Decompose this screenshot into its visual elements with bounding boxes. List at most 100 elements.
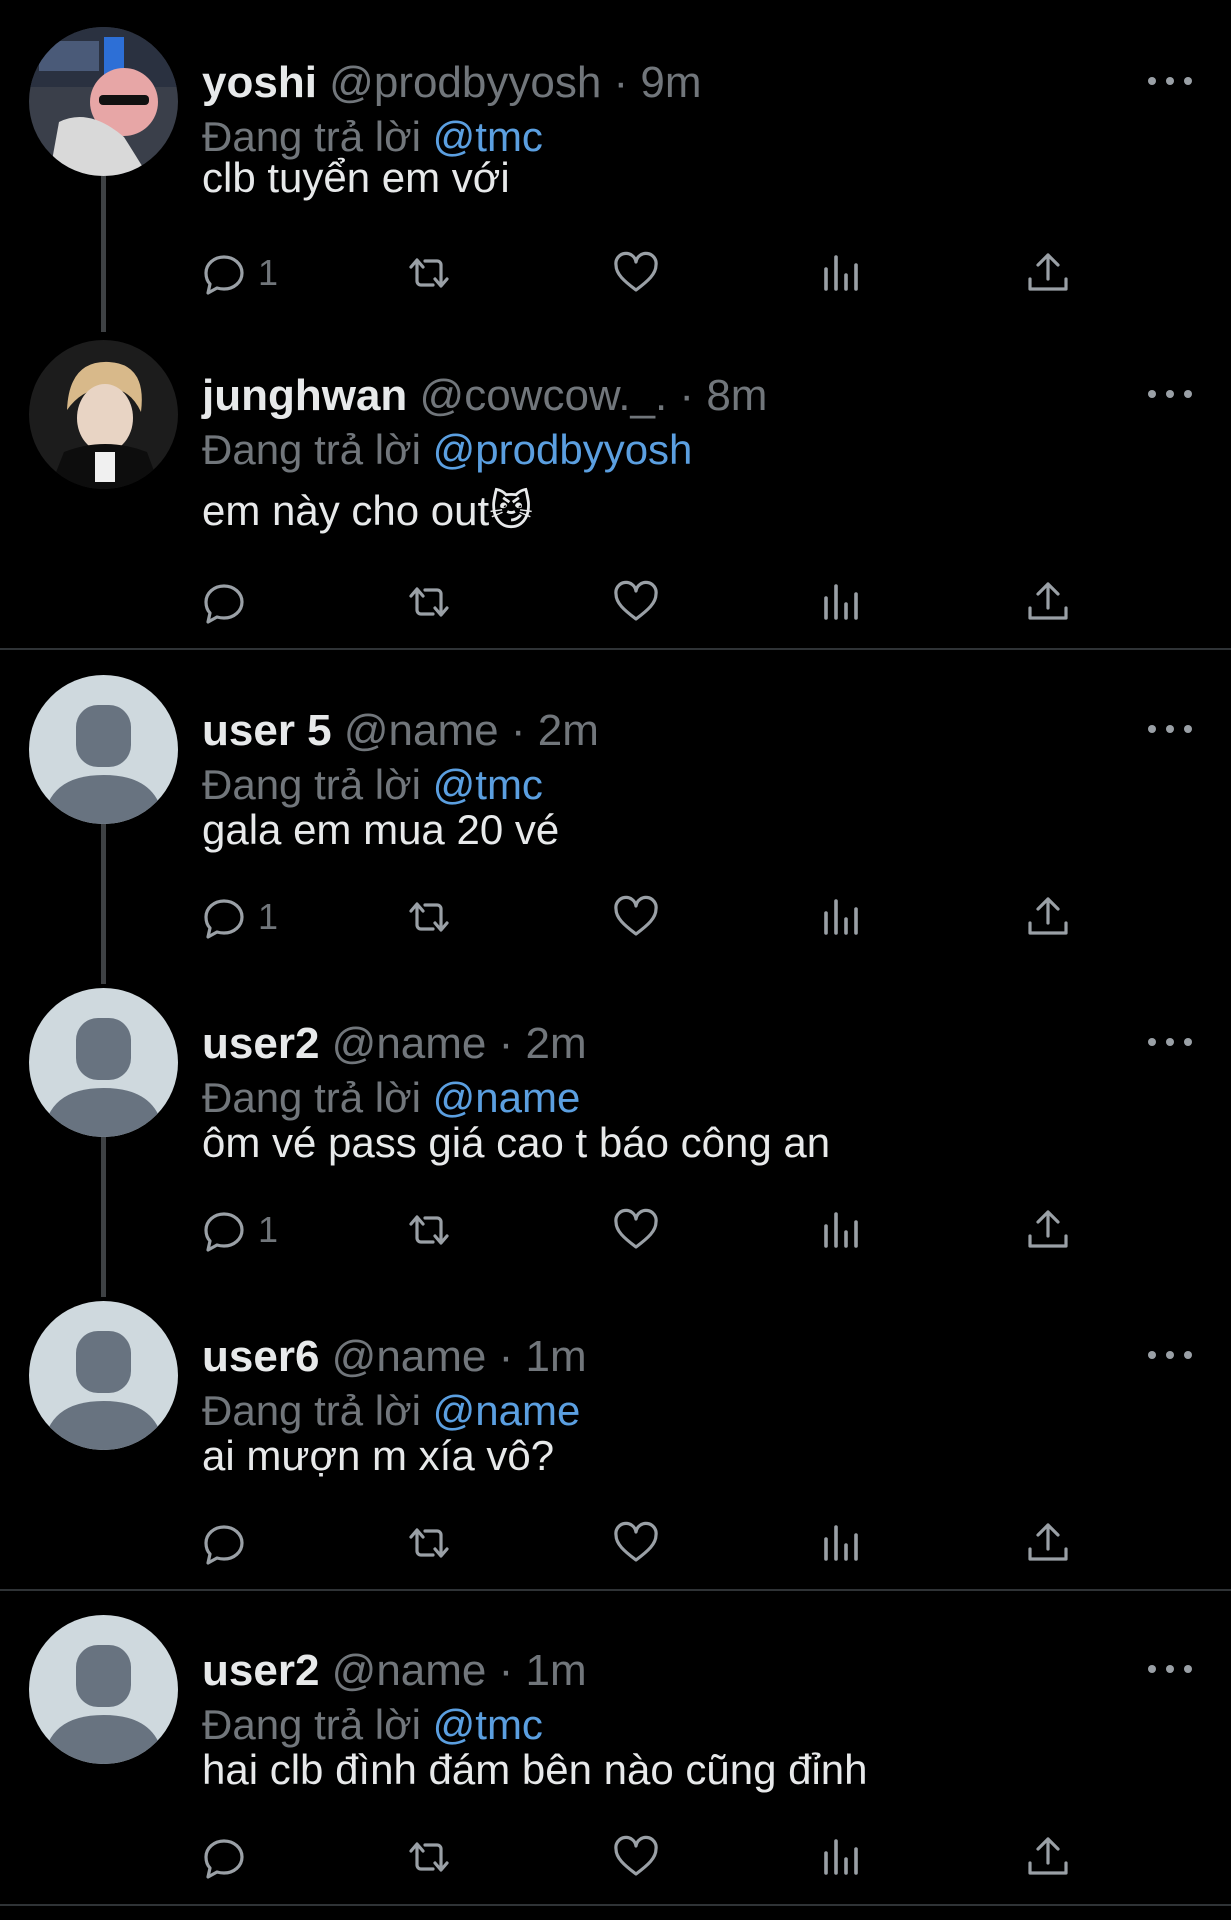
like-icon <box>614 1521 658 1562</box>
reply-icon <box>204 584 244 624</box>
avatar[interactable] <box>29 340 178 489</box>
reply-button[interactable] <box>200 574 258 630</box>
reply-icon <box>204 1839 244 1879</box>
tweet-text: hai clb đình đám bên nào cũng đỉnh <box>202 1746 868 1793</box>
reply-button[interactable]: 1 <box>200 889 278 945</box>
share-button[interactable] <box>1024 889 1072 945</box>
more-icon[interactable] <box>1148 384 1192 404</box>
timestamp[interactable]: 1m <box>526 1646 587 1695</box>
reply-count: 1 <box>258 252 279 293</box>
timestamp[interactable]: 8m <box>706 371 767 420</box>
handle[interactable]: @name <box>332 1646 487 1695</box>
handle[interactable]: @name <box>332 1332 487 1381</box>
views-icon <box>824 1525 858 1561</box>
tweet-header: user 5 @name · 2m <box>202 705 599 757</box>
reply-prefix: Đang trả lời <box>202 1074 421 1121</box>
like-button[interactable] <box>612 1202 660 1258</box>
user-photo-icon <box>29 340 178 489</box>
views-button[interactable] <box>818 1202 866 1258</box>
retweet-button[interactable] <box>405 1202 453 1258</box>
avatar[interactable] <box>29 27 178 176</box>
mention-link[interactable]: @tmc <box>433 761 543 808</box>
share-icon <box>1028 253 1068 291</box>
reply-button[interactable] <box>200 1829 258 1885</box>
retweet-icon <box>409 902 449 932</box>
mention-link[interactable]: @name <box>433 1074 581 1121</box>
display-name[interactable]: user2 <box>202 1019 319 1068</box>
views-button[interactable] <box>818 1829 866 1885</box>
share-icon <box>1028 582 1068 620</box>
timestamp[interactable]: 2m <box>538 706 599 755</box>
views-icon <box>824 584 858 620</box>
display-name[interactable]: yoshi <box>202 58 317 107</box>
more-icon[interactable] <box>1148 1659 1192 1679</box>
views-button[interactable] <box>818 889 866 945</box>
retweet-button[interactable] <box>405 245 453 301</box>
like-button[interactable] <box>612 1515 660 1571</box>
more-icon[interactable] <box>1148 719 1192 739</box>
more-icon[interactable] <box>1148 1345 1192 1365</box>
avatar[interactable] <box>29 1301 178 1450</box>
reply-button[interactable]: 1 <box>200 1202 278 1258</box>
share-icon <box>1028 1523 1068 1561</box>
action-bar: 1 <box>200 245 1100 301</box>
views-button[interactable] <box>818 1515 866 1571</box>
mention-link[interactable]: @prodbyyosh <box>433 426 693 473</box>
views-button[interactable] <box>818 574 866 630</box>
display-name[interactable]: user 5 <box>202 706 332 755</box>
handle[interactable]: @prodbyyosh <box>329 58 601 107</box>
like-button[interactable] <box>612 889 660 945</box>
tweet-text: ôm vé pass giá cao t báo công an <box>202 1119 831 1166</box>
display-name[interactable]: user6 <box>202 1332 319 1381</box>
thread-line <box>101 824 106 984</box>
default-avatar-icon <box>29 1615 178 1764</box>
tweet-header: user2 @name · 1m <box>202 1645 587 1697</box>
views-icon <box>824 1839 858 1875</box>
avatar[interactable] <box>29 1615 178 1764</box>
views-icon <box>824 255 858 291</box>
reply-button[interactable] <box>200 1515 258 1571</box>
like-button[interactable] <box>612 245 660 301</box>
share-button[interactable] <box>1024 1202 1072 1258</box>
handle[interactable]: @name <box>344 706 499 755</box>
display-name[interactable]: user2 <box>202 1646 319 1695</box>
handle[interactable]: @name <box>332 1019 487 1068</box>
mention-link[interactable]: @tmc <box>433 1701 543 1748</box>
more-icon[interactable] <box>1148 71 1192 91</box>
views-icon <box>824 1212 858 1248</box>
timestamp[interactable]: 9m <box>640 58 701 107</box>
reply-prefix: Đang trả lời <box>202 426 421 473</box>
mention-link[interactable]: @name <box>433 1387 581 1434</box>
reply-prefix: Đang trả lời <box>202 1387 421 1434</box>
handle[interactable]: @cowcow._. <box>420 371 668 420</box>
tweet-header: yoshi @prodbyyosh · 9m <box>202 57 702 109</box>
views-button[interactable] <box>818 245 866 301</box>
display-name[interactable]: junghwan <box>202 371 407 420</box>
avatar[interactable] <box>29 675 178 824</box>
default-avatar-icon <box>29 675 178 824</box>
share-button[interactable] <box>1024 1515 1072 1571</box>
like-button[interactable] <box>612 1829 660 1885</box>
reply-count: 1 <box>258 1209 279 1250</box>
default-avatar-icon <box>29 1301 178 1450</box>
tweet-header: user2 @name · 2m <box>202 1018 587 1070</box>
avatar[interactable] <box>29 988 178 1137</box>
timestamp[interactable]: 2m <box>526 1019 587 1068</box>
share-button[interactable] <box>1024 1829 1072 1885</box>
share-button[interactable] <box>1024 245 1072 301</box>
retweet-button[interactable] <box>405 1515 453 1571</box>
retweet-icon <box>409 587 449 617</box>
reply-button[interactable]: 1 <box>200 245 278 301</box>
separator: · <box>486 1332 526 1381</box>
retweet-button[interactable] <box>405 1829 453 1885</box>
separator: · <box>667 371 707 420</box>
action-bar: 1 <box>200 889 1100 945</box>
share-icon <box>1028 1837 1068 1875</box>
like-button[interactable] <box>612 574 660 630</box>
retweet-button[interactable] <box>405 889 453 945</box>
tweet-header: junghwan @cowcow._. · 8m <box>202 370 767 422</box>
more-icon[interactable] <box>1148 1032 1192 1052</box>
timestamp[interactable]: 1m <box>526 1332 587 1381</box>
retweet-button[interactable] <box>405 574 453 630</box>
share-button[interactable] <box>1024 574 1072 630</box>
